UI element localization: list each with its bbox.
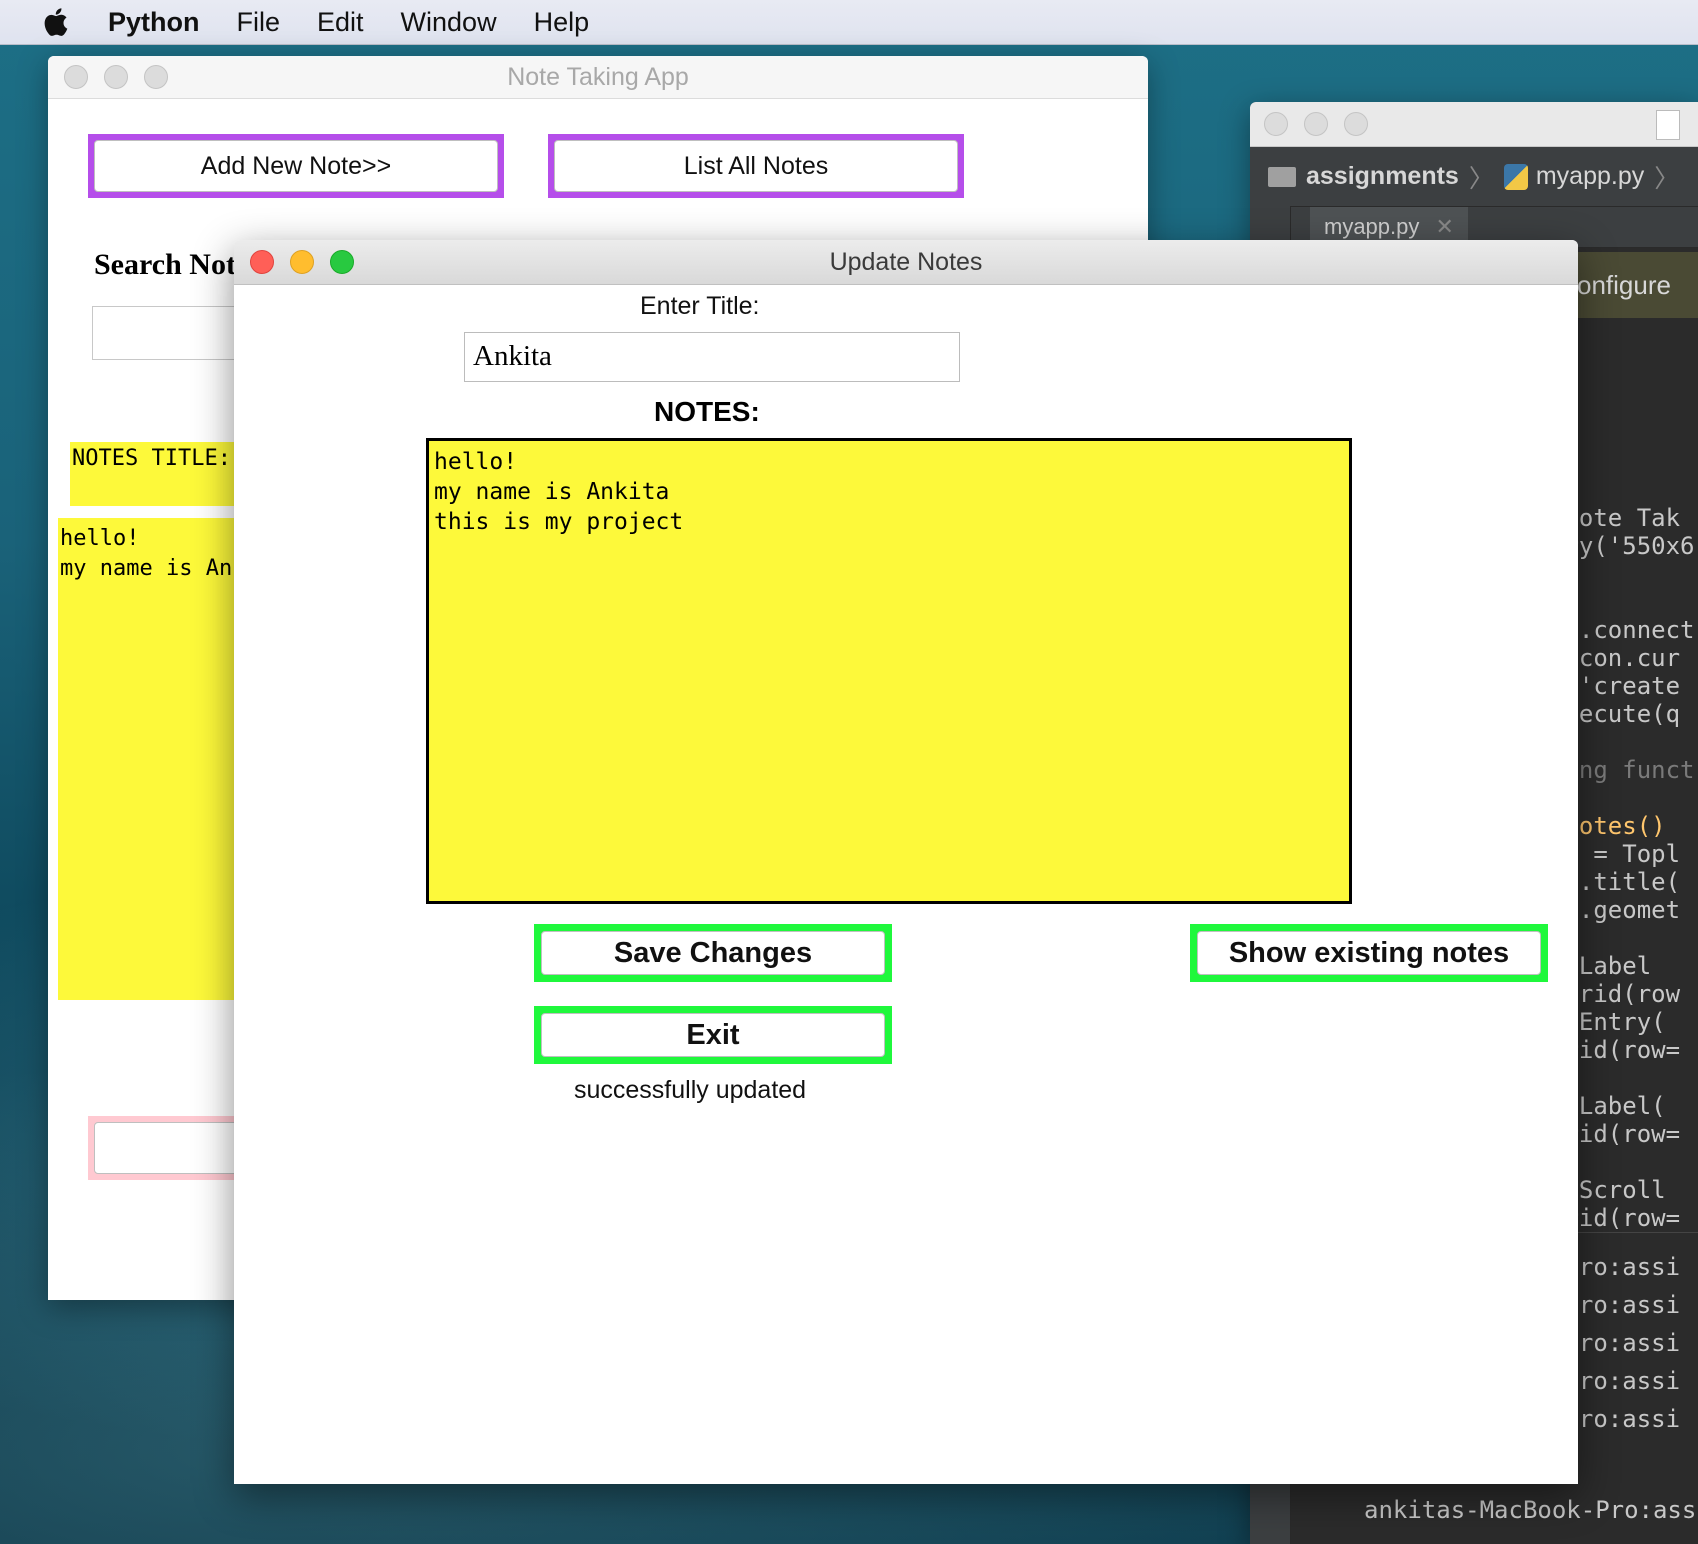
chevron-right-icon: 〉: [1468, 164, 1494, 193]
file-icon: [1656, 110, 1680, 140]
tab-label: myapp.py: [1324, 214, 1420, 239]
folder-icon: [1268, 166, 1296, 187]
list-all-notes-button[interactable]: List All Notes: [548, 134, 964, 198]
minimize-icon[interactable]: [104, 65, 128, 89]
search-notes-label: Search Not: [94, 248, 236, 281]
close-icon[interactable]: [64, 65, 88, 89]
main-window-title: Note Taking App: [507, 63, 689, 91]
close-tab-icon[interactable]: ✕: [1436, 214, 1454, 239]
close-icon[interactable]: [1264, 112, 1288, 136]
minimize-icon[interactable]: [1304, 112, 1328, 136]
menu-help[interactable]: Help: [534, 7, 590, 38]
title-input[interactable]: Ankita: [464, 332, 960, 382]
update-notes-window: Update Notes Enter Title: Ankita NOTES: …: [234, 240, 1578, 1484]
update-window-title: Update Notes: [829, 248, 983, 276]
breadcrumb-folder[interactable]: assignments: [1306, 162, 1459, 191]
search-input[interactable]: [92, 306, 254, 360]
save-changes-button[interactable]: Save Changes: [534, 924, 892, 982]
breadcrumb-file[interactable]: myapp.py: [1536, 162, 1644, 191]
zoom-icon[interactable]: [1344, 112, 1368, 136]
save-changes-label: Save Changes: [541, 931, 885, 975]
terminal-prompt: ankitas-MacBook-Pro:assi: [1364, 1496, 1698, 1524]
notes-text-area[interactable]: hello! my name is Ankita this is my proj…: [426, 438, 1352, 904]
menu-bar: Python File Edit Window Help: [0, 0, 1698, 45]
enter-title-label: Enter Title:: [640, 292, 760, 320]
menu-file[interactable]: File: [237, 7, 281, 38]
minimize-icon[interactable]: [290, 250, 314, 274]
notes-title-label: NOTES TITLE:: [70, 442, 260, 506]
update-window-titlebar[interactable]: Update Notes: [234, 240, 1578, 285]
zoom-icon[interactable]: [144, 65, 168, 89]
menu-window[interactable]: Window: [401, 7, 497, 38]
exit-button[interactable]: Exit: [534, 1006, 892, 1064]
add-new-note-button[interactable]: Add New Note>>: [88, 134, 504, 198]
ide-titlebar[interactable]: [1250, 102, 1698, 147]
add-new-note-label: Add New Note>>: [94, 140, 498, 192]
menu-app-name[interactable]: Python: [108, 7, 200, 38]
notes-preview-area[interactable]: hello! my name is An: [58, 518, 258, 1000]
chevron-right-icon: 〉: [1654, 164, 1680, 193]
list-all-notes-label: List All Notes: [554, 140, 958, 192]
menu-edit[interactable]: Edit: [317, 7, 364, 38]
notes-label: NOTES:: [654, 396, 760, 427]
show-existing-notes-label: Show existing notes: [1197, 931, 1541, 975]
zoom-icon[interactable]: [330, 250, 354, 274]
exit-label: Exit: [541, 1013, 885, 1057]
apple-logo-icon[interactable]: [42, 7, 68, 37]
close-icon[interactable]: [250, 250, 274, 274]
ide-breadcrumb: assignments 〉 myapp.py 〉: [1250, 147, 1698, 207]
main-window-titlebar[interactable]: Note Taking App: [48, 56, 1148, 99]
python-file-icon: [1503, 163, 1528, 190]
show-existing-notes-button[interactable]: Show existing notes: [1190, 924, 1548, 982]
status-message: successfully updated: [574, 1076, 807, 1104]
